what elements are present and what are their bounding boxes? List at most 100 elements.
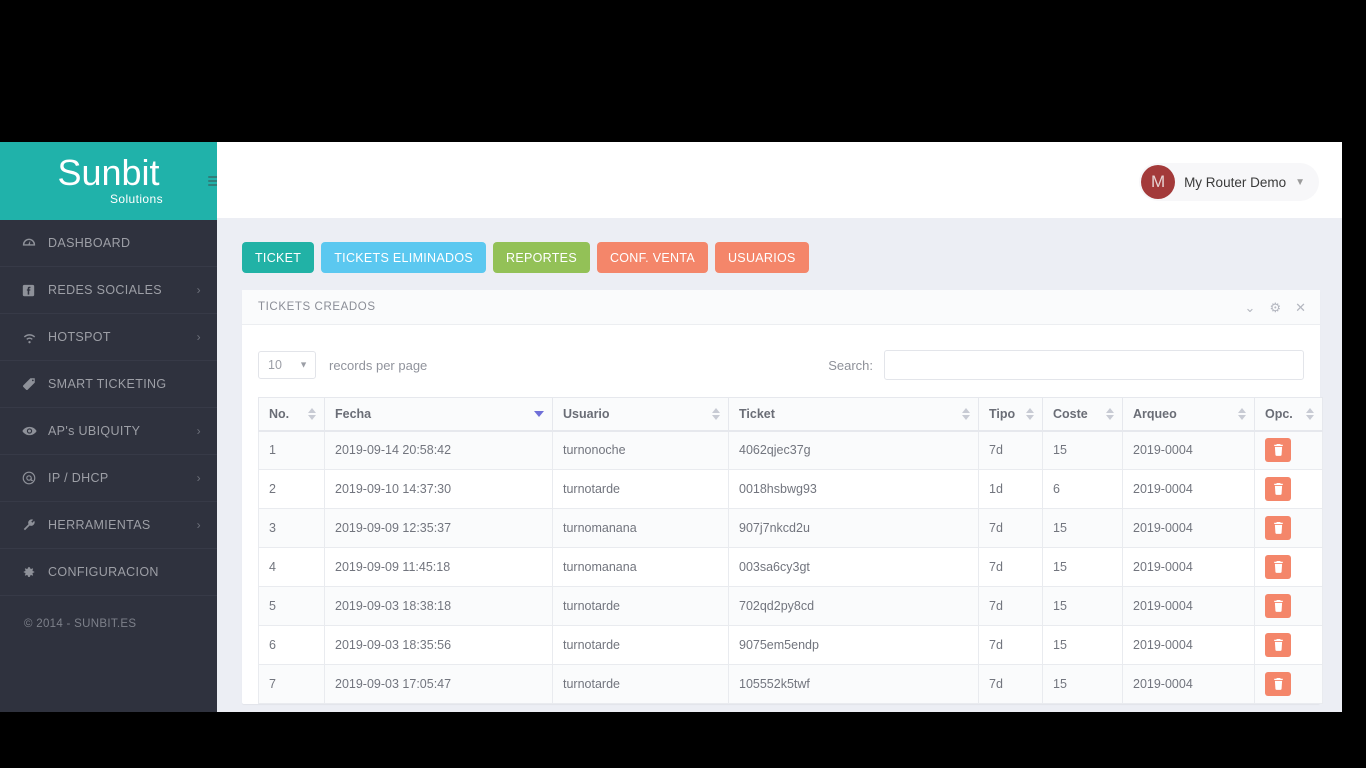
column-header-opc[interactable]: Opc. bbox=[1254, 397, 1323, 432]
sidebar-item-ip-dhcp[interactable]: IP / DHCP › bbox=[0, 455, 217, 502]
user-menu[interactable]: M My Router Demo ▼ bbox=[1139, 163, 1319, 201]
tickets-panel: TICKETS CREADOS ⌄ ⚙ ✕ 10 ▼ records per pag… bbox=[242, 290, 1323, 704]
trash-icon bbox=[1273, 678, 1284, 690]
cell-opciones bbox=[1254, 469, 1323, 509]
cell-fecha: 2019-09-03 18:35:56 bbox=[324, 625, 553, 665]
dashboard-icon bbox=[22, 236, 48, 250]
cell-coste: 15 bbox=[1042, 508, 1123, 548]
delete-ticket-button[interactable] bbox=[1265, 672, 1291, 696]
page-length-control: 10 ▼ records per page bbox=[258, 351, 427, 379]
delete-ticket-button[interactable] bbox=[1265, 594, 1291, 618]
cell-coste: 15 bbox=[1042, 586, 1123, 626]
cell-usuario: turnotarde bbox=[552, 469, 729, 509]
app-window: Sunbit Solutions DASHBOARD REDES SOCIALES… bbox=[0, 142, 1342, 712]
sidebar-item-label: REDES SOCIALES bbox=[48, 283, 162, 297]
search-input[interactable] bbox=[884, 350, 1304, 380]
delete-ticket-button[interactable] bbox=[1265, 633, 1291, 657]
page-length-label: records per page bbox=[329, 357, 428, 373]
cell-no: 3 bbox=[258, 508, 325, 548]
topbar: M My Router Demo ▼ bbox=[217, 142, 1342, 218]
tab-reportes[interactable]: REPORTES bbox=[493, 242, 590, 273]
column-header-usuario[interactable]: Usuario bbox=[552, 397, 729, 432]
cell-opciones bbox=[1254, 664, 1323, 704]
table-row: 1 2019-09-14 20:58:42 turnonoche 4062qjec37… bbox=[258, 430, 1323, 470]
table-row: 5 2019-09-03 18:38:18 turnotarde 702qd2py8c… bbox=[258, 586, 1323, 626]
avatar: M bbox=[1141, 165, 1176, 199]
column-header-fecha[interactable]: Fecha bbox=[324, 397, 553, 432]
table-row: 6 2019-09-03 18:35:56 turnotarde 9075em5end… bbox=[258, 625, 1323, 665]
panel-header: TICKETS CREADOS ⌄ ⚙ ✕ bbox=[242, 290, 1320, 325]
sidebar-item-label: HOTSPOT bbox=[48, 330, 111, 344]
sidebar-item-herramientas[interactable]: HERRAMIENTAS › bbox=[0, 502, 217, 549]
tab-ticket[interactable]: TICKET bbox=[242, 242, 315, 273]
cell-fecha: 2019-09-10 14:37:30 bbox=[324, 469, 553, 509]
sort-arrows-icon bbox=[1106, 407, 1114, 420]
sidebar-item-hotspot[interactable]: HOTSPOT › bbox=[0, 314, 217, 361]
column-header-arqueo[interactable]: Arqueo bbox=[1122, 397, 1255, 432]
sort-arrows-icon bbox=[1306, 407, 1314, 420]
delete-ticket-button[interactable] bbox=[1265, 516, 1291, 540]
page-length-select[interactable]: 10 ▼ bbox=[258, 351, 316, 379]
panel-title: TICKETS CREADOS bbox=[258, 301, 376, 313]
chevron-down-icon[interactable]: ⌄ bbox=[1245, 301, 1256, 314]
column-header-label: Tipo bbox=[989, 406, 1016, 421]
cell-fecha: 2019-09-09 11:45:18 bbox=[324, 547, 553, 587]
cell-coste: 15 bbox=[1042, 664, 1123, 704]
column-header-label: Opc. bbox=[1265, 406, 1293, 421]
cell-arqueo: 2019-0004 bbox=[1122, 547, 1255, 587]
delete-ticket-button[interactable] bbox=[1265, 438, 1291, 463]
sort-arrows-icon bbox=[308, 407, 316, 420]
search-label: Search: bbox=[828, 357, 873, 373]
column-header-tipo[interactable]: Tipo bbox=[978, 397, 1043, 432]
trash-icon bbox=[1273, 444, 1284, 457]
sidebar-item-configuracion[interactable]: CONFIGURACION bbox=[0, 549, 217, 596]
chevron-right-icon: › bbox=[196, 471, 201, 485]
delete-ticket-button[interactable] bbox=[1265, 555, 1291, 579]
cell-usuario: turnomanana bbox=[552, 547, 729, 587]
column-header-label: No. bbox=[269, 406, 290, 421]
cell-opciones bbox=[1254, 547, 1323, 587]
tab-tickets-eliminados[interactable]: TICKETS ELIMINADOS bbox=[321, 242, 487, 273]
cell-arqueo: 2019-0004 bbox=[1122, 508, 1255, 548]
sidebar-item-dashboard[interactable]: DASHBOARD bbox=[0, 220, 217, 267]
column-header-label: Usuario bbox=[563, 406, 610, 421]
sort-arrows-icon bbox=[1026, 407, 1034, 420]
chevron-right-icon: › bbox=[196, 424, 201, 438]
wrench-icon bbox=[22, 518, 48, 532]
column-header-no[interactable]: No. bbox=[258, 397, 325, 432]
chevron-right-icon: › bbox=[196, 330, 201, 344]
gear-icon[interactable]: ⚙ bbox=[1269, 301, 1281, 314]
tickets-table: No. Fecha Usuario Ticket Tipo Coste Arqueo Opc.… bbox=[258, 397, 1323, 704]
cell-ticket: 0018hsbwg93 bbox=[728, 469, 979, 509]
column-header-label: Arqueo bbox=[1133, 406, 1177, 421]
trash-icon bbox=[1273, 561, 1284, 573]
cell-tipo: 7d bbox=[978, 664, 1043, 704]
cell-usuario: turnotarde bbox=[552, 664, 729, 704]
cell-ticket: 907j7nkcd2u bbox=[728, 508, 979, 548]
column-header-ticket[interactable]: Ticket bbox=[728, 397, 979, 432]
close-icon[interactable]: ✕ bbox=[1295, 301, 1306, 314]
gear-icon bbox=[22, 565, 48, 579]
cell-arqueo: 2019-0004 bbox=[1122, 625, 1255, 665]
sidebar-item-ap-s-ubiquity[interactable]: AP's UBIQUITY › bbox=[0, 408, 217, 455]
cell-ticket: 702qd2py8cd bbox=[728, 586, 979, 626]
cell-ticket: 4062qjec37g bbox=[728, 430, 979, 470]
cell-opciones bbox=[1254, 586, 1323, 626]
cell-usuario: turnomanana bbox=[552, 508, 729, 548]
cell-tipo: 7d bbox=[978, 508, 1043, 548]
cell-coste: 15 bbox=[1042, 547, 1123, 587]
eye-icon bbox=[22, 425, 48, 437]
cell-fecha: 2019-09-14 20:58:42 bbox=[324, 430, 553, 470]
column-header-coste[interactable]: Coste bbox=[1042, 397, 1123, 432]
cell-opciones bbox=[1254, 508, 1323, 548]
delete-ticket-button[interactable] bbox=[1265, 477, 1291, 501]
sidebar-item-smart-ticketing[interactable]: SMART TICKETING bbox=[0, 361, 217, 408]
cell-coste: 15 bbox=[1042, 430, 1123, 470]
cell-no: 6 bbox=[258, 625, 325, 665]
tab-usuarios[interactable]: USUARIOS bbox=[714, 242, 809, 273]
sidebar-item-redes-sociales[interactable]: REDES SOCIALES › bbox=[0, 267, 217, 314]
chevron-down-icon: ▼ bbox=[1295, 176, 1305, 188]
cell-no: 7 bbox=[258, 664, 325, 704]
tab-conf-venta[interactable]: CONF. VENTA bbox=[596, 242, 708, 273]
sidebar-item-label: DASHBOARD bbox=[48, 236, 131, 250]
